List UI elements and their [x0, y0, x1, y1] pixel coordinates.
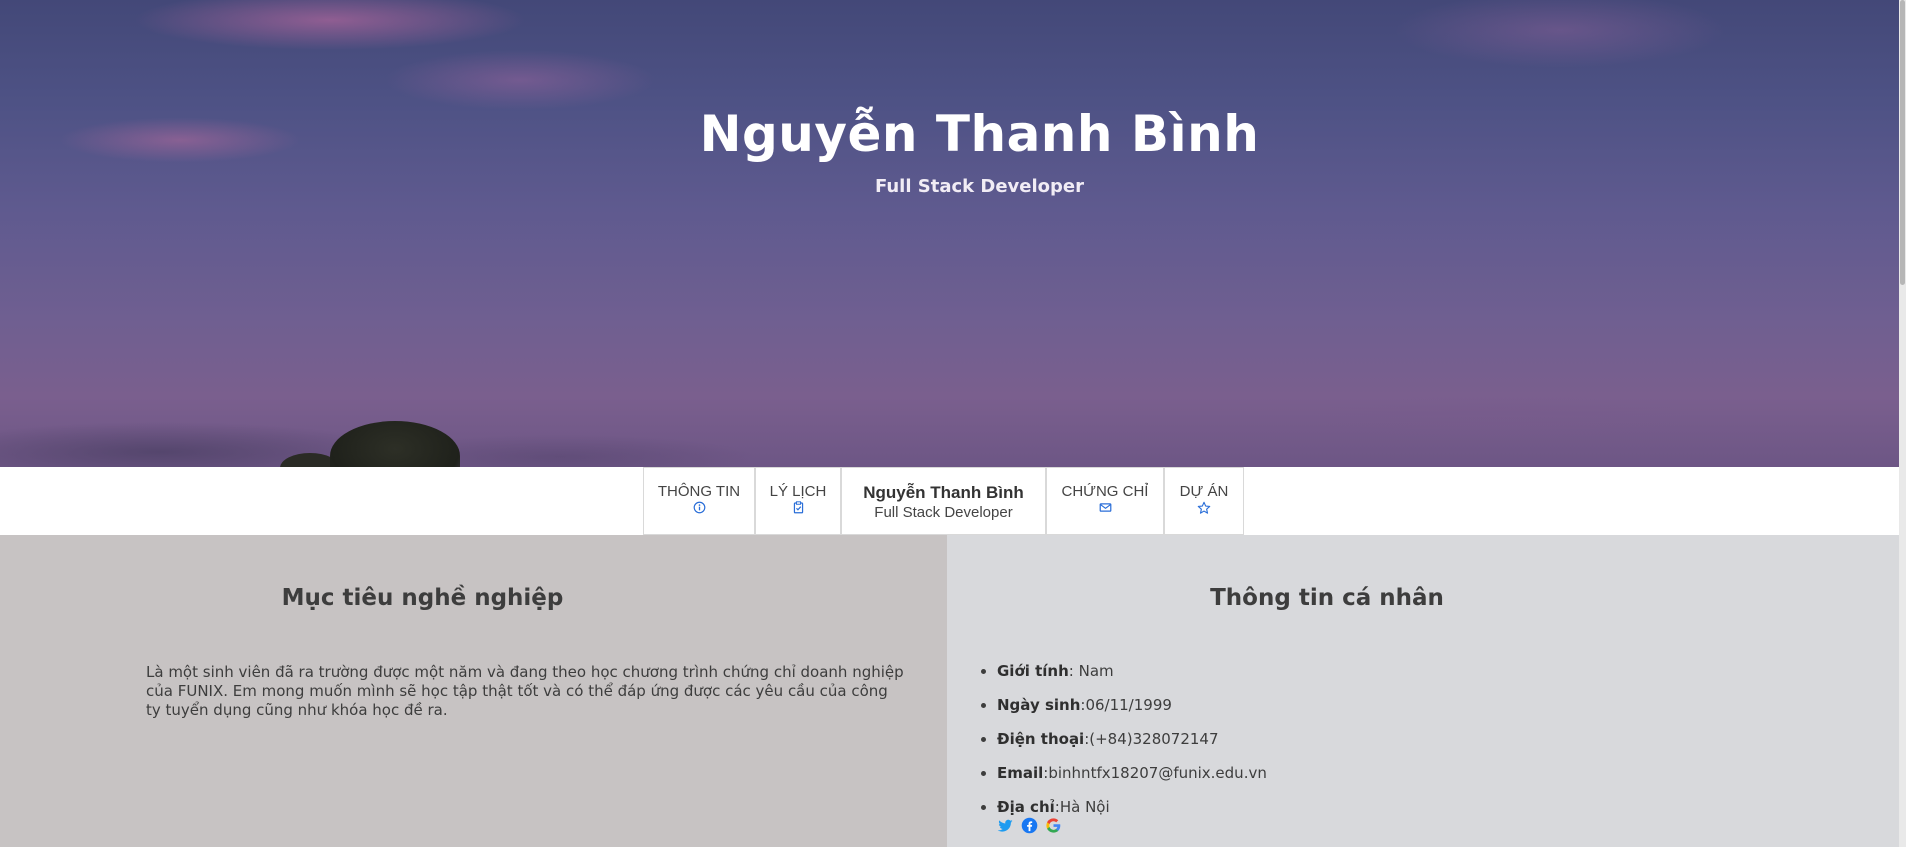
nav-item-chung-chi[interactable]: CHỨNG CHỈ [1046, 467, 1164, 535]
info-value: Nam [1078, 662, 1114, 680]
social-links [997, 817, 1062, 834]
nav-item-du-an[interactable]: DỰ ÁN [1164, 467, 1244, 535]
info-icon [644, 501, 754, 517]
info-value: binhntfx18207@funix.edu.vn [1048, 764, 1267, 782]
info-separator: : [1068, 662, 1079, 680]
scrollbar-thumb[interactable] [1900, 0, 1905, 285]
nav-item-thong-tin[interactable]: THÔNG TIN [643, 467, 755, 535]
page-scrollbar[interactable] [1899, 0, 1906, 847]
twitter-icon[interactable] [997, 817, 1014, 834]
info-value: (+84)328072147 [1089, 730, 1219, 748]
hero-name: Nguyễn Thanh Bình [699, 105, 1260, 163]
nav-item-label: DỰ ÁN [1179, 483, 1229, 500]
personal-info-section: Thông tin cá nhân Giới tính: Nam Ngày si… [947, 535, 1899, 847]
info-label: Email [997, 764, 1044, 782]
clipboard-check-icon [756, 501, 840, 517]
google-icon[interactable] [1045, 817, 1062, 834]
facebook-icon[interactable] [1021, 817, 1038, 834]
personal-info-list: Giới tính: Nam Ngày sinh:06/11/1999 Điện… [981, 660, 1267, 830]
info-label: Ngày sinh [997, 696, 1081, 714]
hero-role: Full Stack Developer [874, 176, 1085, 197]
nav-item-label: CHỨNG CHỈ [1061, 483, 1149, 500]
navbar: THÔNG TIN LÝ LỊCH Nguyễn Thanh Bình Full… [0, 467, 1899, 535]
info-label: Điện thoại [997, 730, 1085, 748]
hero-banner: Nguyễn Thanh Bình Full Stack Developer [0, 0, 1899, 467]
career-objective-text: Là một sinh viên đã ra trường được một n… [146, 663, 904, 719]
nav-item-ly-lich[interactable]: LÝ LỊCH [755, 467, 841, 535]
info-phone: Điện thoại:(+84)328072147 [981, 728, 1267, 762]
info-value: Hà Nội [1059, 798, 1110, 816]
nav-brand[interactable]: Nguyễn Thanh Bình Full Stack Developer [841, 467, 1046, 535]
career-objective-section: Mục tiêu nghề nghiệp Là một sinh viên đã… [0, 535, 947, 847]
brand-role: Full Stack Developer [874, 504, 1013, 521]
info-label: Địa chỉ [997, 798, 1055, 816]
info-email: Email:binhntfx18207@funix.edu.vn [981, 762, 1267, 796]
hero-clouds [0, 357, 1899, 467]
nav-item-label: THÔNG TIN [657, 483, 741, 500]
info-birthday: Ngày sinh:06/11/1999 [981, 694, 1267, 728]
envelope-icon [1047, 501, 1163, 517]
info-gender: Giới tính: Nam [981, 660, 1267, 694]
nav-item-label: LÝ LỊCH [769, 483, 827, 500]
personal-info-title: Thông tin cá nhân [1210, 585, 1444, 611]
career-objective-title: Mục tiêu nghề nghiệp [281, 585, 564, 611]
info-label: Giới tính [997, 662, 1069, 680]
star-icon [1165, 501, 1243, 518]
brand-name: Nguyễn Thanh Bình [863, 483, 1024, 502]
info-value: 06/11/1999 [1085, 696, 1172, 714]
